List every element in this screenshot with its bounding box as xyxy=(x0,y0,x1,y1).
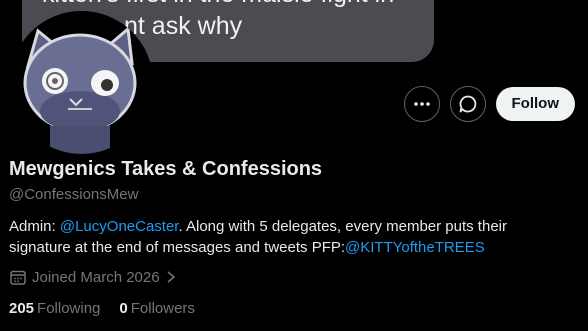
message-icon xyxy=(459,95,476,113)
chevron-right-icon xyxy=(167,271,175,283)
followers-count: 0 xyxy=(119,300,128,317)
bio-prefix: Admin: xyxy=(9,218,60,235)
display-name: Mewgenics Takes & Confessions xyxy=(9,158,323,180)
followers-stat[interactable]: 0 Followers xyxy=(119,300,195,317)
profile-actions: Follow xyxy=(403,86,575,122)
following-count: 205 xyxy=(9,300,35,317)
more-button[interactable] xyxy=(403,86,440,122)
user-handle: @ConfessionsMew xyxy=(9,186,139,203)
follow-stats: 205 Following 0 Followers xyxy=(9,300,195,317)
joined-date[interactable]: Joined March 2026 xyxy=(9,268,177,286)
followers-label: Followers xyxy=(130,300,195,317)
cat-avatar-icon xyxy=(10,11,153,154)
following-stat[interactable]: 205 Following xyxy=(9,300,100,317)
bio-admin-link[interactable]: @LucyOneCaster xyxy=(60,218,179,235)
bio-pfp-link[interactable]: @KITTYoftheTREES xyxy=(345,239,485,256)
joined-label: Joined March 2026 xyxy=(32,268,160,286)
banner-line-1: kitten's first in the maisie fight in xyxy=(42,0,432,10)
message-button[interactable] xyxy=(449,86,486,122)
bio: Admin: @LucyOneCaster. Along with 5 dele… xyxy=(9,216,569,258)
calendar-icon xyxy=(10,270,26,285)
more-dots-icon xyxy=(413,102,430,106)
avatar[interactable] xyxy=(10,11,153,154)
follow-button[interactable]: Follow xyxy=(495,87,575,121)
following-label: Following xyxy=(37,300,101,317)
